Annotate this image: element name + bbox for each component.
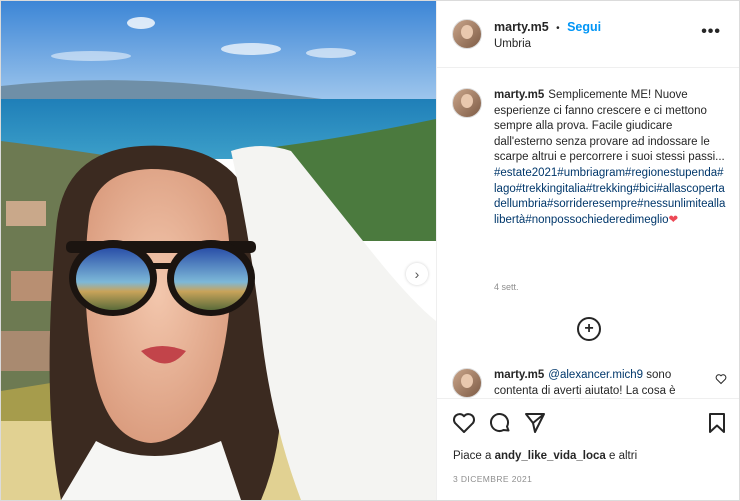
likes-suffix[interactable]: e altri [609, 450, 637, 462]
post-username[interactable]: marty.m5 [494, 20, 549, 34]
caption-age[interactable]: 4 sett. [494, 282, 519, 292]
selfie-photo-image [1, 1, 436, 500]
caption-username[interactable]: marty.m5 [494, 89, 544, 101]
heart-emoji: ❤ [668, 213, 679, 226]
caption-hashtags[interactable]: #estate2021#umbriagram#regionestupenda#l… [494, 167, 725, 226]
instagram-post: › marty.m5 • Segui Umbria ••• marty.m5 Se… [0, 0, 740, 501]
post-header: marty.m5 • Segui Umbria ••• [437, 1, 739, 68]
plus-circle-icon[interactable]: + [577, 317, 601, 341]
comment-avatar[interactable] [452, 368, 482, 398]
likes-prefix: Piace a [453, 450, 492, 462]
separator-dot: • [556, 23, 560, 34]
avatar[interactable] [452, 19, 482, 49]
caption-avatar[interactable] [452, 88, 482, 118]
action-bar: Piace a andy_like_vida_loca e altri 3 DI… [437, 398, 739, 501]
more-icon[interactable]: ••• [701, 23, 721, 41]
post-photo[interactable]: › [1, 1, 437, 500]
share-icon[interactable] [523, 411, 547, 435]
comment-username[interactable]: marty.m5 [494, 369, 544, 381]
post-caption: marty.m5 Semplicemente ME! Nuove esperien… [494, 88, 726, 228]
heart-icon[interactable] [452, 411, 476, 435]
likes-user[interactable]: andy_like_vida_loca [495, 450, 606, 462]
post-sidebar: marty.m5 • Segui Umbria ••• marty.m5 Semp… [437, 1, 739, 500]
header-text: marty.m5 • Segui [494, 18, 601, 36]
post-location[interactable]: Umbria [494, 38, 531, 50]
likes-summary: Piace a andy_like_vida_loca e altri [453, 450, 637, 462]
comment-like-icon[interactable] [715, 373, 727, 385]
next-photo-button[interactable]: › [406, 263, 428, 285]
follow-button[interactable]: Segui [567, 20, 601, 34]
comment-mention[interactable]: @alexancer.mich9 [548, 369, 643, 381]
bookmark-icon[interactable] [705, 411, 729, 435]
chevron-right-icon: › [414, 266, 420, 282]
comment-icon[interactable] [488, 411, 512, 435]
comment: marty.m5 @alexancer.mich9 sono contenta d… [494, 368, 704, 399]
post-date: 3 DICEMBRE 2021 [453, 474, 533, 484]
